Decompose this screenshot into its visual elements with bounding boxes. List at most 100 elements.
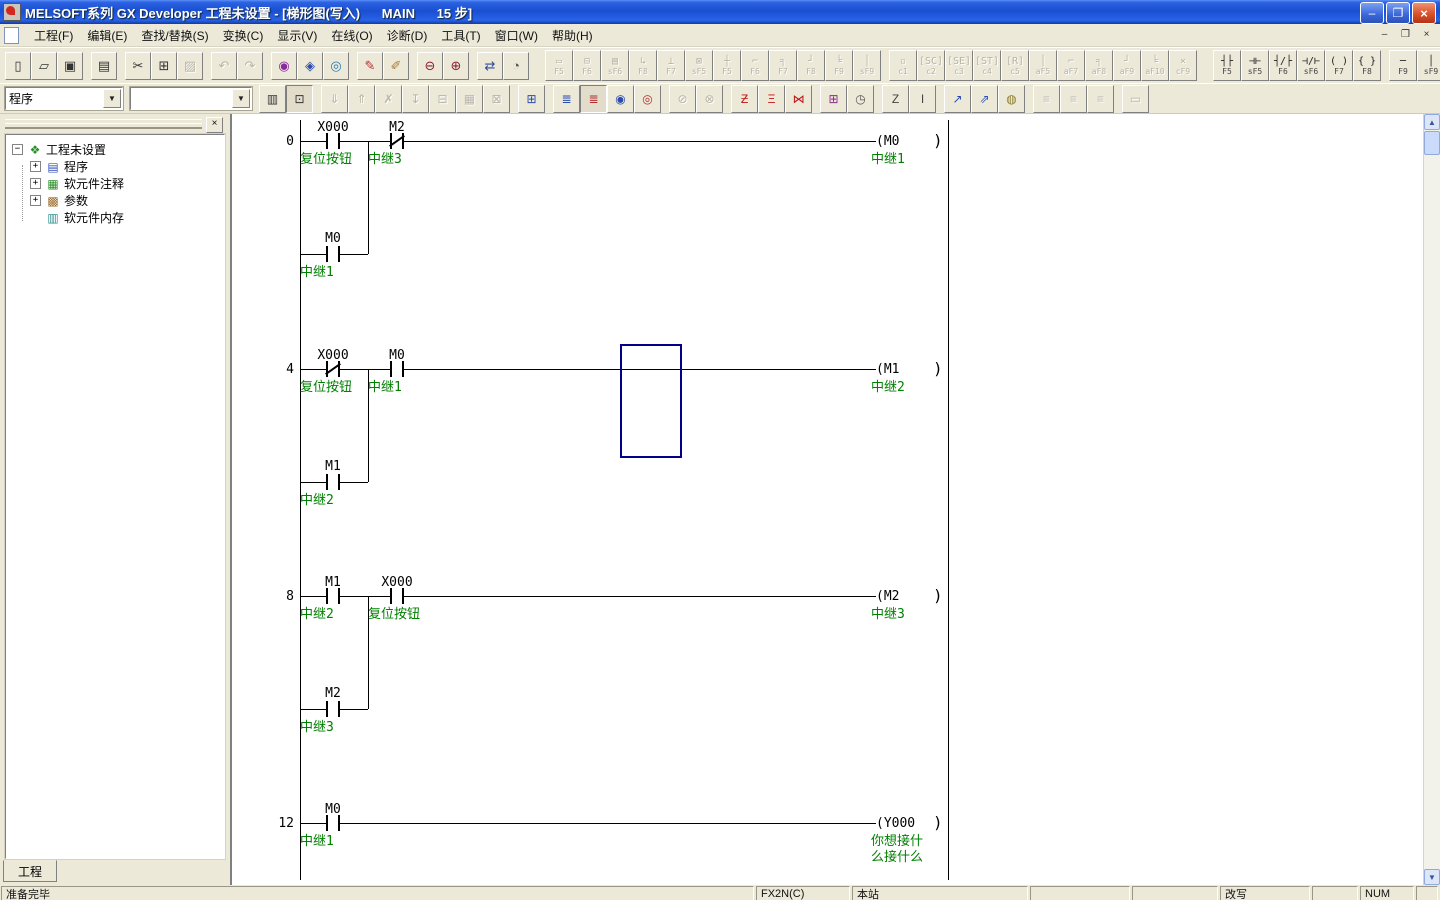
device-search-combo[interactable]: ▼ [130,87,252,110]
chevron-down-icon[interactable]: ▼ [232,89,250,108]
menu-find-replace[interactable]: 查找/替换(S) [134,25,215,46]
monitor-mode-icon[interactable]: ⊘ [669,85,696,113]
minimize-button[interactable]: – [1360,2,1384,24]
sfc-block-button[interactable]: ⊟ F6 [573,50,601,81]
jump-window-icon[interactable]: ↗ [944,85,971,113]
closed-contact-button[interactable]: ┤/├ F6 [1269,50,1297,81]
menu-view[interactable]: 显示(V) [270,25,324,46]
menu-tools[interactable]: 工具(T) [434,25,487,46]
expand-icon[interactable]: + [30,161,41,172]
plc-read-icon[interactable]: ⇑ [348,85,375,113]
sfc-se-button[interactable]: [SE] c3 [945,50,973,81]
find-contact-coil-icon[interactable]: ◍ [998,85,1025,113]
find-device-icon[interactable]: ◉ [271,52,297,80]
tree-item-program[interactable]: + ▤ 程序 [6,158,224,175]
scroll-down-icon[interactable]: ▼ [1424,869,1440,885]
expand-icon[interactable]: + [30,178,41,189]
jump-window-2-icon[interactable]: ⇗ [971,85,998,113]
menu-edit[interactable]: 编辑(E) [80,25,134,46]
open-branch-button[interactable]: ⊣⊢ sF5 [1241,50,1269,81]
paste-icon[interactable]: ▨ [177,52,203,80]
parameter-check-icon[interactable]: ✐ [383,52,409,80]
device-memory-icon[interactable]: ⊞ [820,85,847,113]
tree-item-device-memory[interactable]: ▥ 软元件内存 [6,209,224,226]
monitor-icon[interactable]: ◔ [503,52,529,80]
register-monitor-icon[interactable]: ≡ [1033,85,1060,113]
undo-icon[interactable]: ↶ [211,52,237,80]
panel-drag-handle[interactable] [5,119,202,129]
find-instruction-icon[interactable]: ◈ [297,52,323,80]
comment-edit-icon[interactable]: Ƶ [731,85,758,113]
monitor-write-mode-icon[interactable]: ⊗ [696,85,723,113]
mdi-restore-button[interactable]: ❐ [1396,26,1415,43]
program-check-icon[interactable]: ✎ [357,52,383,80]
tree-item-parameter[interactable]: + ▩ 参数 [6,192,224,209]
ladder-editor[interactable]: 0 X000 复位按钮 M2 中继3 (M0 ) 中继1 M0 中继1 [230,114,1440,885]
menu-convert[interactable]: 变换(C) [216,25,271,46]
program-monitor-icon[interactable]: ▦ [456,85,483,113]
sfc-rule3-button[interactable]: ┘ aF9 [1113,50,1141,81]
open-project-icon[interactable]: ▱ [31,52,57,80]
sfc-rule-vline-button[interactable]: │ aF5 [1029,50,1057,81]
error-jump-icon[interactable]: ✗ [375,85,402,113]
close-button[interactable]: × [1412,2,1436,24]
scale-icon[interactable]: ▭ [1122,85,1149,113]
open-contact-button[interactable]: ┤├ F5 [1213,50,1241,81]
menu-help[interactable]: 帮助(H) [545,25,600,46]
mdi-child-icon[interactable] [4,27,19,44]
clock-setting-icon[interactable]: ◷ [847,85,874,113]
print-icon[interactable]: ▤ [91,52,117,80]
sfc-transition-button[interactable]: ┼ F5 [713,50,741,81]
delete-monitor-icon[interactable]: ≡ [1060,85,1087,113]
sfc-end-button[interactable]: ⊥ F7 [657,50,685,81]
vertical-line-button[interactable]: │ sF9 [1417,50,1440,81]
cut-icon[interactable]: ✂ [125,52,151,80]
mdi-close-button[interactable]: × [1417,26,1436,43]
sfc-sel-branch-button[interactable]: ⌐ F6 [741,50,769,81]
sfc-step-button[interactable]: ▭ F5 [545,50,573,81]
sfc-comment-button[interactable]: ▫ c1 [889,50,917,81]
menu-diagnostics[interactable]: 诊断(D) [380,25,435,46]
project-data-list-icon[interactable]: ⊡ [286,85,313,113]
ladder-canvas[interactable]: 0 X000 复位按钮 M2 中继3 (M0 ) 中继1 M0 中继1 [232,115,1424,885]
restore-button[interactable]: ❐ [1386,2,1410,24]
mdi-minimize-button[interactable]: – [1375,26,1394,43]
step-run-icon[interactable]: ↧ [402,85,429,113]
expand-icon[interactable]: + [30,195,41,206]
new-project-icon[interactable]: ▯ [5,52,31,80]
comment-display-icon[interactable]: ▥ [259,85,286,113]
collapse-icon[interactable]: − [12,144,23,155]
sfc-par-branch-button[interactable]: ╕ F7 [769,50,797,81]
sfc-dummy-button[interactable]: ⊠ sF5 [685,50,713,81]
zoom-out-icon[interactable]: ⊖ [417,52,443,80]
scroll-up-icon[interactable]: ▲ [1424,114,1440,130]
redo-icon[interactable]: ↷ [237,52,263,80]
write-mode-icon[interactable]: ◎ [634,85,661,113]
horizontal-line-button[interactable]: ─ F9 [1389,50,1417,81]
ladder-window-icon[interactable]: ⊞ [518,85,545,113]
scrollbar-thumb[interactable] [1424,131,1440,155]
sfc-st-button[interactable]: [ST] c4 [973,50,1001,81]
sfc-sel-join-button[interactable]: ┘ F8 [797,50,825,81]
copy-icon[interactable]: ⊞ [151,52,177,80]
panel-close-icon[interactable]: × [206,117,223,133]
sfc-rule4-button[interactable]: ╘ aF10 [1141,50,1169,81]
zoom-in-icon[interactable]: ⊕ [443,52,469,80]
tree-item-device-comment[interactable]: + ▦ 软元件注释 [6,175,224,192]
vertical-scrollbar[interactable]: ▲ ▼ [1423,114,1440,885]
tab-project[interactable]: 工程 [3,860,57,882]
statement-edit-icon[interactable]: Ξ [758,85,785,113]
chevron-down-icon[interactable]: ▼ [103,89,121,108]
ladder-edit-mode-icon[interactable]: ≣ [580,85,607,113]
instruction-list-icon[interactable]: ≣ [553,85,580,113]
menu-window[interactable]: 窗口(W) [488,25,545,46]
save-project-icon[interactable]: ▣ [57,52,83,80]
tree-item-root[interactable]: − ❖ 工程未设置 [6,141,224,158]
menu-project[interactable]: 工程(F) [27,25,80,46]
sfc-dual-block-button[interactable]: ▤ sF6 [601,50,629,81]
sfc-vline-button[interactable]: │ sF9 [853,50,881,81]
coil-button[interactable]: ( ) F7 [1325,50,1353,81]
application-instruction-button[interactable]: { } F8 [1353,50,1381,81]
note-edit-icon[interactable]: ⋈ [785,85,812,113]
trace-status-icon[interactable]: I [909,85,936,113]
